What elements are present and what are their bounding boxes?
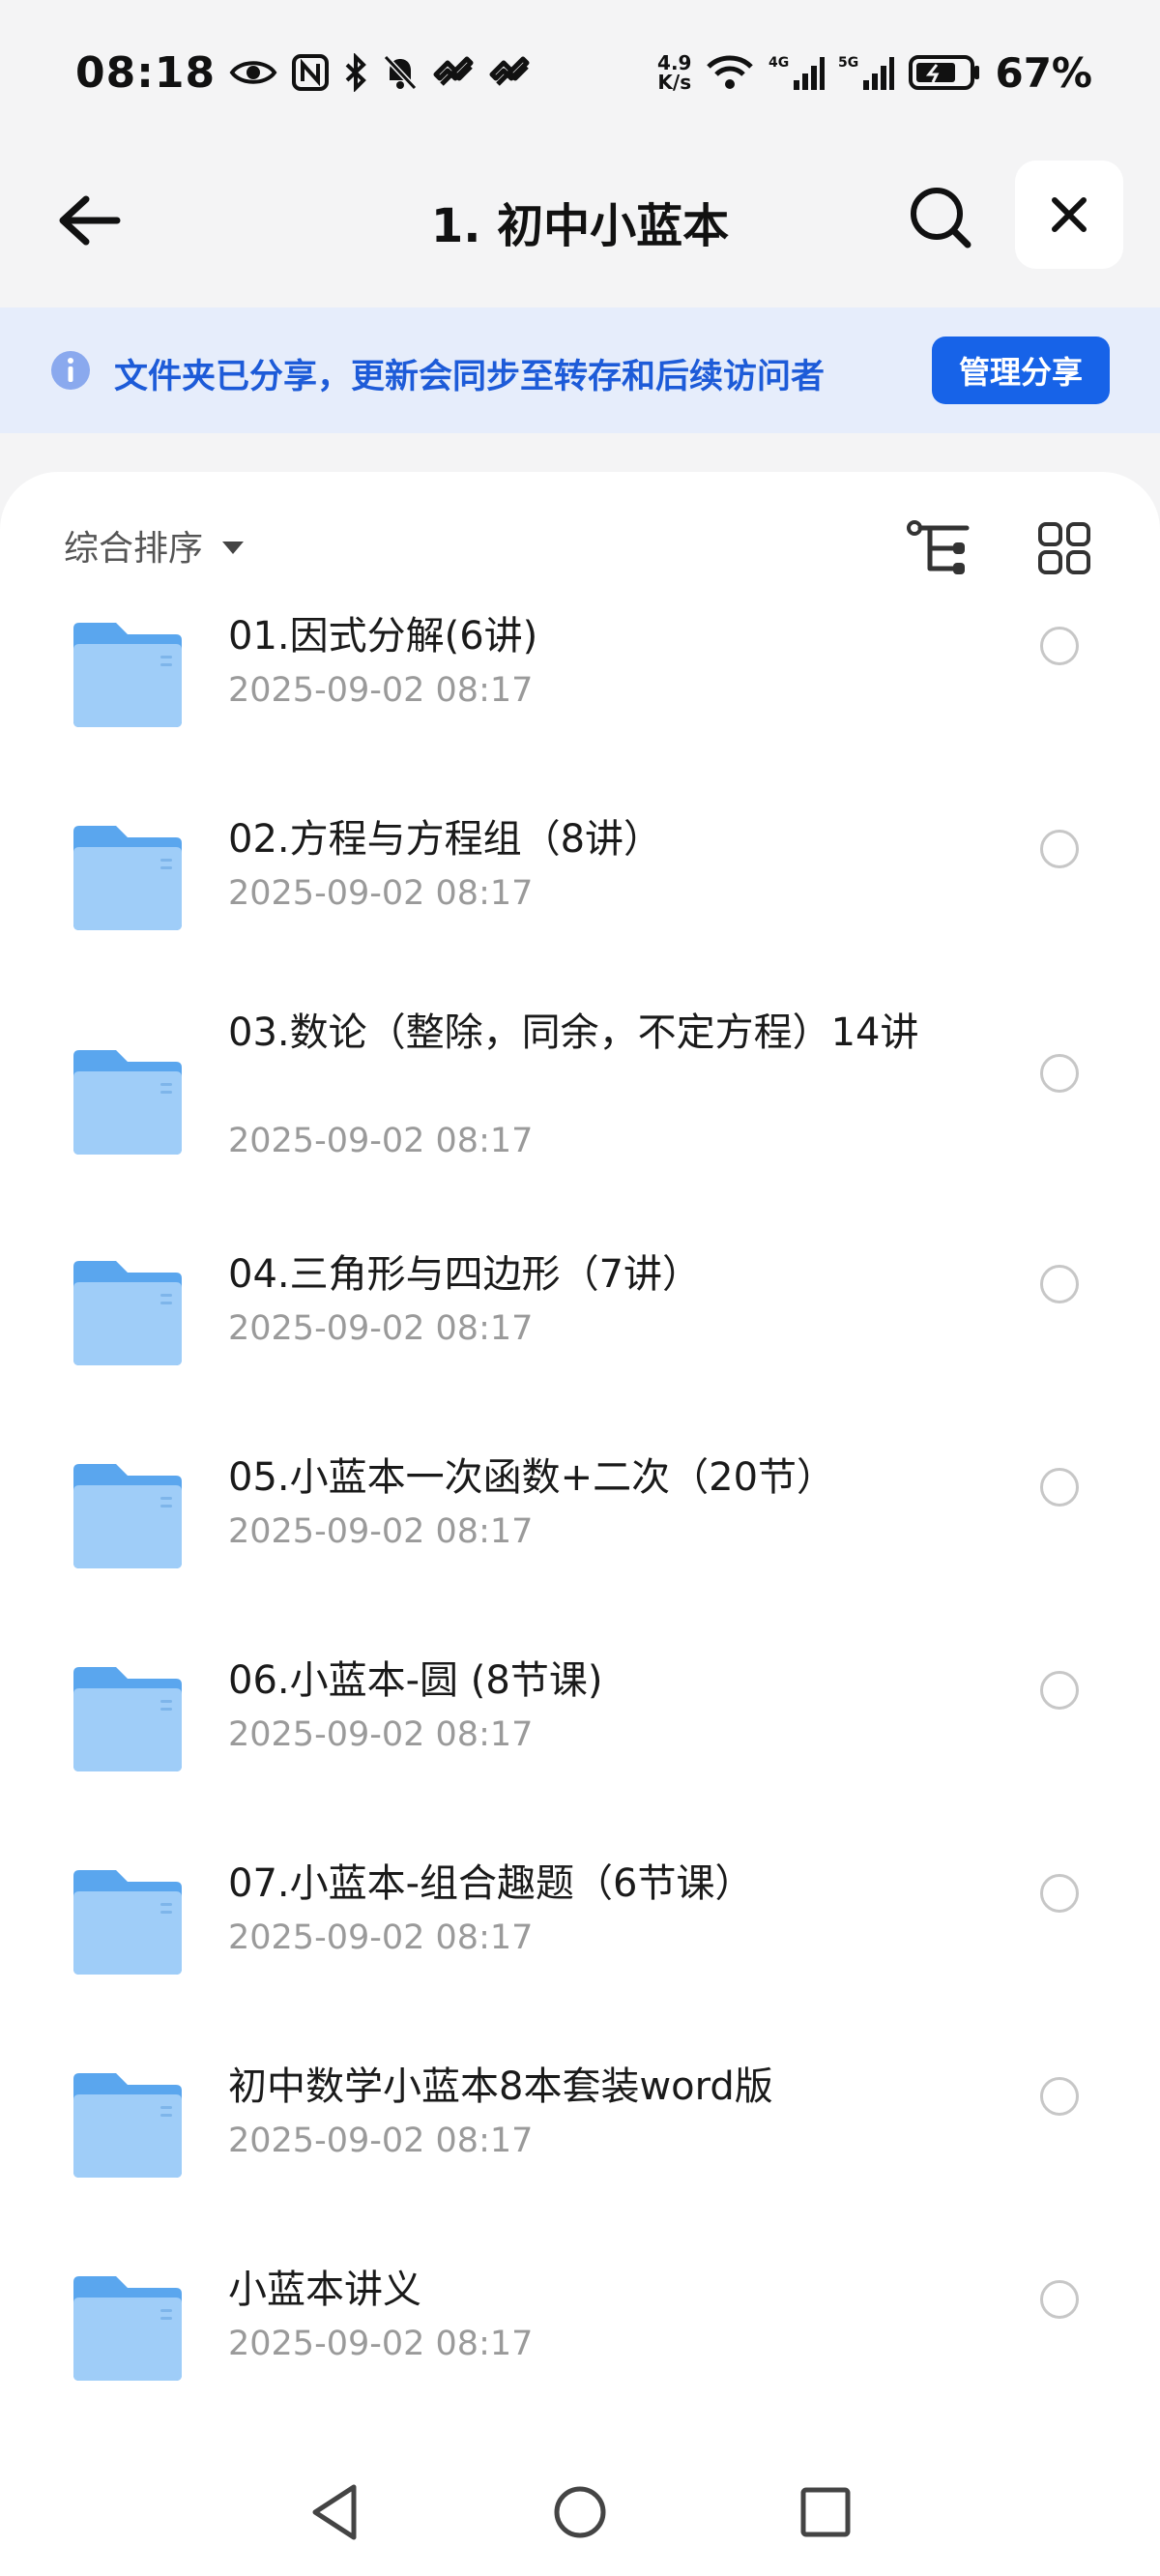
file-date: 2025-09-02 08:17 [228, 671, 534, 710]
net-speed-unit: K/s [657, 71, 692, 94]
folder-icon [68, 2071, 186, 2180]
search-button[interactable] [899, 176, 982, 259]
nav-home-icon [554, 2486, 606, 2538]
file-date: 2025-09-02 08:17 [228, 1512, 534, 1551]
file-name: 02.方程与方程组（8讲） [228, 817, 663, 862]
folder-icon [68, 621, 186, 729]
folder-icon [68, 1665, 186, 1773]
select-radio[interactable] [1040, 627, 1079, 665]
select-radio[interactable] [1040, 1874, 1079, 1913]
status-bar: 08:18 4.9 K/s 4G 5G 67% [0, 0, 1160, 145]
select-radio[interactable] [1040, 830, 1079, 868]
tree-view-button[interactable] [905, 514, 972, 582]
file-row[interactable]: 03.数论（整除，同余，不定方程）14讲 2025-09-02 08:17 [0, 1006, 1160, 1199]
file-name: 03.数论（整除，同余，不定方程）14讲 [228, 1010, 919, 1055]
select-radio[interactable] [1040, 2280, 1079, 2319]
status-right: 4.9 K/s 4G 5G 67% [657, 49, 1092, 97]
info-icon [51, 351, 90, 390]
folder-icon [68, 1048, 186, 1156]
share-banner: 文件夹已分享，更新会同步至转存和后续访问者 管理分享 [0, 307, 1160, 433]
battery-percent: 67% [995, 48, 1092, 97]
nfc-icon [291, 53, 330, 92]
select-radio[interactable] [1040, 1671, 1079, 1710]
wifi-icon [705, 53, 755, 92]
nav-home-button[interactable] [541, 2474, 619, 2551]
file-date: 2025-09-02 08:17 [228, 1309, 534, 1348]
grid-view-button[interactable] [1030, 514, 1098, 582]
folder-icon [68, 2274, 186, 2383]
file-row[interactable]: 01.因式分解(6讲) 2025-09-02 08:17 [0, 609, 1160, 803]
status-time: 08:18 [75, 47, 217, 98]
navigation-bar [0, 2456, 1160, 2576]
bluetooth-icon [343, 53, 368, 92]
app-icon [488, 55, 531, 90]
sort-dropdown[interactable]: 综合排序 [64, 520, 245, 571]
folder-icon [68, 824, 186, 932]
file-name: 01.因式分解(6讲) [228, 614, 538, 659]
close-button[interactable] [1015, 161, 1123, 269]
file-name: 06.小蓝本-圆 (8节课) [228, 1658, 603, 1703]
file-row[interactable]: 02.方程与方程组（8讲） 2025-09-02 08:17 [0, 812, 1160, 1006]
file-date: 2025-09-02 08:17 [228, 2122, 534, 2160]
file-date: 2025-09-02 08:17 [228, 2325, 534, 2363]
grid-icon [1038, 522, 1090, 574]
close-icon [1052, 197, 1087, 232]
select-radio[interactable] [1040, 2077, 1079, 2116]
file-name: 初中数学小蓝本8本套装word版 [228, 2064, 773, 2109]
file-date: 2025-09-02 08:17 [228, 1918, 534, 1957]
file-row[interactable]: 小蓝本讲义 2025-09-02 08:17 [0, 2263, 1160, 2456]
file-name: 07.小蓝本-组合趣题（6节课） [228, 1861, 754, 1906]
folder-icon [68, 1259, 186, 1367]
battery-icon [908, 53, 981, 92]
search-icon [911, 188, 972, 249]
file-date: 2025-09-02 08:17 [228, 1122, 534, 1160]
select-radio[interactable] [1040, 1468, 1079, 1507]
file-date: 2025-09-02 08:17 [228, 1715, 534, 1754]
mute-icon [382, 53, 419, 92]
file-name: 04.三角形与四边形（7讲） [228, 1252, 702, 1297]
tree-structure-icon [907, 520, 970, 574]
file-name: 小蓝本讲义 [228, 2268, 421, 2312]
file-row[interactable]: 06.小蓝本-圆 (8节课) 2025-09-02 08:17 [0, 1654, 1160, 1847]
status-left: 08:18 [75, 48, 531, 98]
net-speed-value: 4.9 [657, 51, 692, 74]
folder-icon [68, 1462, 186, 1570]
file-name: 05.小蓝本一次函数+二次（20节） [228, 1455, 836, 1500]
page-title: 1. 初中小蓝本 [430, 199, 730, 253]
eye-icon [229, 56, 277, 89]
share-banner-text: 文件夹已分享，更新会同步至转存和后续访问者 [114, 358, 826, 396]
file-date: 2025-09-02 08:17 [228, 874, 534, 913]
header: 1. 初中小蓝本 [0, 145, 1160, 305]
select-radio[interactable] [1040, 1265, 1079, 1303]
svg-text:4G: 4G [768, 55, 789, 71]
signal-5g-icon: 5G [838, 53, 895, 92]
svg-text:5G: 5G [838, 55, 858, 71]
file-row[interactable]: 05.小蓝本一次函数+二次（20节） 2025-09-02 08:17 [0, 1450, 1160, 1644]
nav-back-button[interactable] [296, 2474, 373, 2551]
file-row[interactable]: 07.小蓝本-组合趣题（6节课） 2025-09-02 08:17 [0, 1857, 1160, 2050]
nav-back-icon [312, 2484, 357, 2540]
net-speed: 4.9 K/s [657, 53, 691, 92]
file-row[interactable]: 04.三角形与四边形（7讲） 2025-09-02 08:17 [0, 1247, 1160, 1441]
caret-down-icon [222, 541, 245, 554]
signal-4g-icon: 4G [768, 53, 826, 92]
select-radio[interactable] [1040, 1054, 1079, 1093]
app-icon [432, 55, 475, 90]
nav-recents-button[interactable] [787, 2474, 864, 2551]
sort-label: 综合排序 [64, 529, 204, 569]
file-row[interactable]: 初中数学小蓝本8本套装word版 2025-09-02 08:17 [0, 2060, 1160, 2253]
manage-share-button[interactable]: 管理分享 [932, 337, 1110, 404]
folder-icon [68, 1868, 186, 1976]
nav-recents-icon [800, 2487, 851, 2537]
